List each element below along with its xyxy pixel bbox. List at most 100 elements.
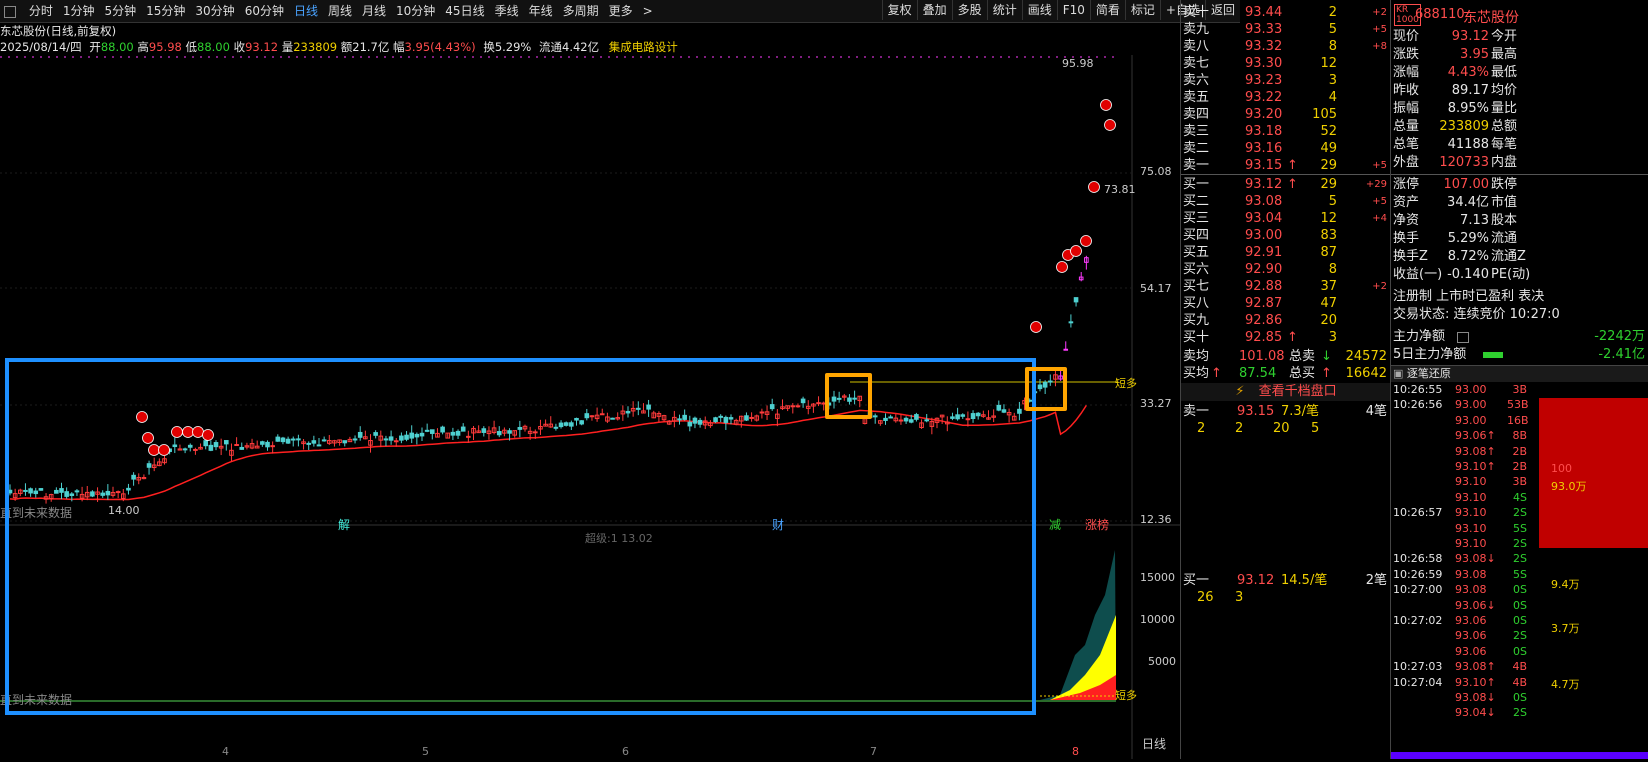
timeframe-1[interactable]: 1分钟 (58, 0, 100, 22)
bids-row[interactable]: 买十 92.85 ↑ 3 (1181, 329, 1391, 346)
stock-title: 东芯股份(日线,前复权) (0, 24, 117, 38)
tick-volume: 5S (1513, 567, 1527, 581)
level-label: 买七 (1183, 279, 1210, 294)
asks-row[interactable]: 卖五 93.22 4 (1181, 89, 1391, 106)
stock-tags[interactable]: 注册制 上市时已盈利 表决 (1391, 288, 1648, 306)
collapse-icon[interactable]: ▣ (1393, 367, 1403, 380)
timeframe-2[interactable]: 5分钟 (99, 0, 141, 22)
high-label: 高 (137, 40, 149, 54)
kline-chart-area[interactable]: 4 5 6 7 8 75.08 54.17 33.27 12.36 15000 1000… (0, 55, 1180, 759)
quote-label-right: 均价 (1491, 83, 1518, 98)
asks-row[interactable]: 卖二 93.16 49 (1181, 140, 1391, 157)
timeframe-11[interactable]: 季线 (490, 0, 524, 22)
asks-row[interactable]: 卖三 93.18 52 (1181, 123, 1391, 140)
level-label: 卖四 (1183, 107, 1210, 122)
quote-value: 5.29% (1447, 231, 1489, 246)
limit-badge-icon[interactable] (1088, 181, 1100, 193)
buy1-summary-row[interactable]: 买一 93.12 14.5/笔 2笔 (1181, 572, 1391, 589)
bids-row[interactable]: 买二 93.08 5 +5 (1181, 193, 1391, 210)
timeframe-4[interactable]: 30分钟 (190, 0, 239, 22)
tick-volume: 2S (1513, 629, 1527, 643)
quote-row: 涨停 107.00 跌停 (1391, 176, 1648, 194)
tick-price: 93.06↓ (1455, 598, 1496, 612)
level-price: 92.86 (1245, 313, 1283, 328)
toolbar-button-2[interactable]: 多股 (951, 0, 987, 20)
timeframe-10[interactable]: 45日线 (440, 0, 489, 22)
highlight-box-orange-2 (1025, 367, 1067, 411)
toolbar-button-5[interactable]: F10 (1056, 0, 1090, 20)
timeframe-6[interactable]: 日线 (289, 0, 323, 22)
quote-row: 总量 233809 总额 (1391, 118, 1648, 136)
toolbar-button-7[interactable]: 标记 (1124, 0, 1160, 20)
candle-body (1063, 348, 1069, 351)
bids-row[interactable]: 买五 92.91 87 (1181, 244, 1391, 261)
tick-row: 93.06 0S (1391, 644, 1648, 660)
event-reduce[interactable]: 减 (1049, 516, 1061, 533)
view-thousand-levels-button[interactable]: ⚡ 查看千档盘口 (1181, 383, 1391, 401)
tick-price: 93.08 (1455, 567, 1487, 581)
bids-row[interactable]: 买七 92.88 37 +2 (1181, 278, 1391, 295)
asks-row[interactable]: 卖九 93.33 5 +5 (1181, 21, 1391, 38)
limit-badge-icon[interactable] (1056, 261, 1068, 273)
timeframe-8[interactable]: 月线 (357, 0, 391, 22)
timeframe-9[interactable]: 10分钟 (391, 0, 440, 22)
asks-row[interactable]: 卖六 93.23 3 (1181, 72, 1391, 89)
bids-row[interactable]: 买一 93.12 ↑ 29 +29 (1181, 176, 1391, 193)
timeframe-7[interactable]: 周线 (323, 0, 357, 22)
timeframe-12[interactable]: 年线 (524, 0, 558, 22)
low-value: 88.00 (197, 40, 230, 54)
quote-row: 收益(一) -0.140 PE(动) (1391, 266, 1648, 284)
quote-value: 41188 (1447, 137, 1489, 152)
tick-price: 93.10 (1455, 490, 1487, 504)
toolbar-button-3[interactable]: 统计 (986, 0, 1022, 20)
level-volume: 5 (1328, 194, 1337, 209)
window-toggle-icon[interactable] (4, 5, 16, 18)
toolbar-button-4[interactable]: 画线 (1021, 0, 1057, 20)
industry-tag[interactable]: 集成电路设计 (609, 40, 678, 54)
limit-badge-icon[interactable] (1030, 321, 1042, 333)
bids-row[interactable]: 买九 92.86 20 (1181, 312, 1391, 329)
asks-row[interactable]: 卖七 93.30 12 (1181, 55, 1391, 72)
main5-net-row[interactable]: 5日主力净额 -2.41亿 (1391, 346, 1648, 364)
timeframe-13[interactable]: 多周期 (558, 0, 604, 22)
more-arrow-icon[interactable]: > (638, 0, 658, 22)
bid-avg-label: 买均 (1183, 366, 1210, 381)
toolbar-button-1[interactable]: 叠加 (916, 0, 952, 20)
limit-badge-icon[interactable] (1100, 99, 1112, 111)
event-rank[interactable]: 涨榜 (1085, 516, 1109, 533)
asks-row[interactable]: 卖一 93.15 ↑ 29 +5 (1181, 157, 1391, 174)
level-label: 卖七 (1183, 56, 1210, 71)
toolbar-button-0[interactable]: 复权 (881, 0, 917, 20)
bids-row[interactable]: 买六 92.90 8 (1181, 261, 1391, 278)
tick-row: 93.06↓ 0S (1391, 598, 1648, 614)
quote-label: 外盘 (1393, 155, 1420, 170)
timeframe-3[interactable]: 15分钟 (141, 0, 190, 22)
x-axis-tick: 6 (622, 745, 629, 758)
period-label[interactable]: 日线 (1142, 735, 1166, 752)
timeframe-5[interactable]: 60分钟 (240, 0, 289, 22)
bids-row[interactable]: 买四 93.00 83 (1181, 227, 1391, 244)
sell1-summary-row[interactable]: 卖一 93.15 7.3/笔 4笔 (1181, 403, 1391, 420)
asks-row[interactable]: 卖四 93.20 105 (1181, 106, 1391, 123)
toolbar-button-6[interactable]: 简看 (1089, 0, 1125, 20)
limit-badge-icon[interactable] (1070, 245, 1082, 257)
tick-row: 10:26:55 93.00 3B (1391, 382, 1648, 398)
timeframe-14[interactable]: 更多 (604, 0, 638, 22)
bid-avg: 87.54 (1239, 366, 1277, 381)
bids-row[interactable]: 买八 92.87 47 (1181, 295, 1391, 312)
asks-row[interactable]: 卖八 93.32 8 +8 (1181, 38, 1391, 55)
bids-row[interactable]: 买三 93.04 12 +4 (1181, 210, 1391, 227)
timeframe-0[interactable]: 分时 (24, 0, 58, 22)
limit-badge-icon[interactable] (1104, 119, 1116, 131)
ticks-header[interactable]: ▣ 逐笔还原 (1391, 365, 1648, 382)
main-net-row[interactable]: 主力净额 -2242万 (1391, 328, 1648, 346)
quote-label: 涨幅 (1393, 65, 1420, 80)
asks-row[interactable]: 卖十 93.44 2 +2 (1181, 4, 1391, 21)
side-value: 100 (1551, 462, 1572, 475)
level-change: +4 (1372, 213, 1387, 224)
total-sell-label: 总卖 (1289, 349, 1316, 364)
amount-label: 额 (340, 40, 353, 54)
quote-value: 107.00 (1443, 177, 1490, 192)
limit-badge-icon[interactable] (1080, 235, 1092, 247)
tags-text: 注册制 上市时已盈利 表决 (1393, 289, 1545, 304)
